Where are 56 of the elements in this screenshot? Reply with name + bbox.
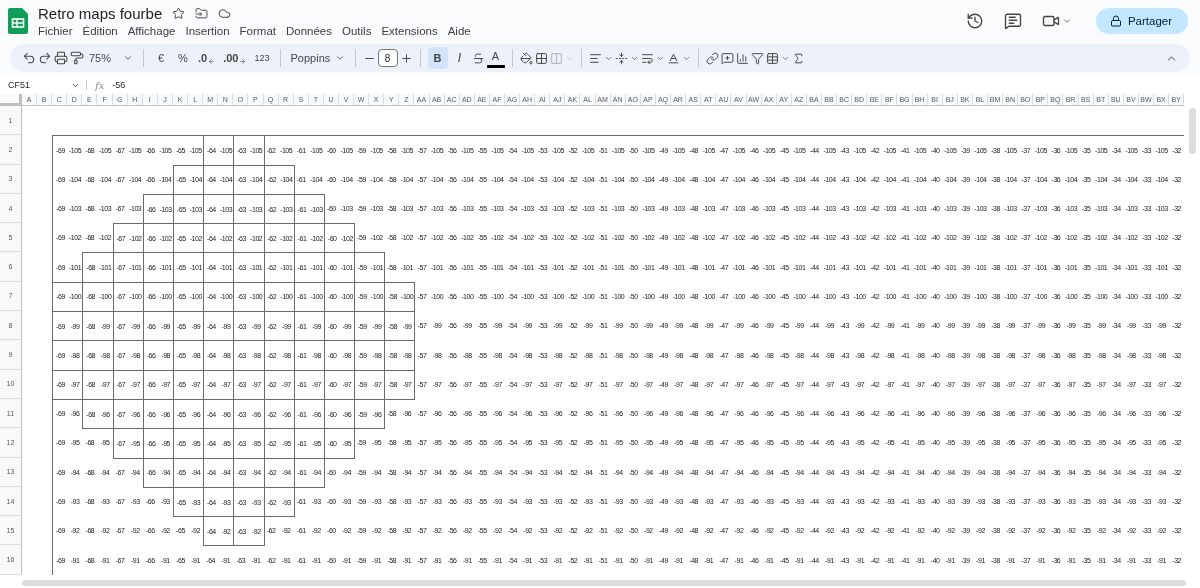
sheets-logo-icon[interactable]: [8, 8, 28, 34]
arrow-icon: [239, 58, 247, 65]
menu-item[interactable]: Format: [239, 25, 276, 37]
decrease-decimals-button[interactable]: .0: [195, 47, 219, 69]
history-icon[interactable]: [965, 12, 984, 30]
align-icon[interactable]: [588, 51, 602, 65]
bold-button[interactable]: B: [427, 47, 448, 69]
link-icon[interactable]: [705, 51, 719, 65]
caret-icon: [123, 53, 133, 63]
lock-icon: [1109, 15, 1122, 27]
caret-icon[interactable]: [1061, 16, 1072, 26]
percent-button[interactable]: %: [173, 47, 193, 69]
font-size-field[interactable]: 8: [377, 49, 398, 67]
vertical-align-icon[interactable]: [614, 51, 628, 65]
filter-icon[interactable]: [750, 51, 764, 65]
table-icon[interactable]: [765, 51, 779, 65]
borders-icon[interactable]: [534, 51, 548, 65]
text-wrap-icon[interactable]: [640, 51, 654, 65]
italic-button[interactable]: I: [449, 47, 470, 69]
undo-icon[interactable]: [22, 51, 36, 65]
scrollbar[interactable]: [22, 580, 1186, 586]
cloud-icon[interactable]: [218, 7, 232, 20]
paint-format-icon[interactable]: [70, 51, 84, 65]
currency-button[interactable]: €: [151, 47, 171, 69]
folder-icon[interactable]: [195, 7, 209, 20]
formula-icon: fx: [95, 79, 105, 91]
increase-decimals-button[interactable]: .00: [220, 47, 250, 69]
scrollbar[interactable]: [1189, 108, 1196, 154]
menu-item[interactable]: Extensions: [381, 25, 438, 37]
chart-icon[interactable]: [735, 51, 749, 65]
formula-field[interactable]: -56: [112, 80, 126, 90]
document-title[interactable]: Retro maps fourbe: [38, 5, 163, 22]
menu-item[interactable]: Fichier: [38, 25, 73, 37]
fill-color-icon[interactable]: [519, 51, 533, 65]
number-format-button[interactable]: 123: [251, 47, 273, 69]
menu-item[interactable]: Outils: [342, 25, 372, 37]
print-icon[interactable]: [54, 51, 68, 65]
menu-item[interactable]: Édition: [82, 25, 118, 37]
add-comment-icon[interactable]: [720, 51, 734, 65]
name-box[interactable]: CF51: [8, 80, 87, 90]
star-icon[interactable]: [172, 7, 186, 20]
arrow-icon: [208, 58, 216, 65]
caret-icon: [334, 53, 345, 63]
increase-font-size-icon[interactable]: [399, 51, 413, 65]
menu-item[interactable]: Aide: [447, 25, 471, 37]
comments-icon[interactable]: [1003, 12, 1022, 30]
redo-icon[interactable]: [38, 51, 52, 65]
menu-item[interactable]: Insertion: [185, 25, 230, 37]
text-color-button[interactable]: A: [486, 48, 505, 68]
text-rotation-icon[interactable]: [666, 51, 680, 65]
menu-item[interactable]: Données: [285, 25, 332, 37]
menu-item[interactable]: Affichage: [127, 25, 176, 37]
strikethrough-icon[interactable]: [471, 51, 485, 65]
font-dropdown[interactable]: Poppins: [287, 47, 348, 69]
zoom-dropdown[interactable]: 75%: [86, 47, 136, 69]
share-button[interactable]: Partager: [1095, 8, 1188, 34]
